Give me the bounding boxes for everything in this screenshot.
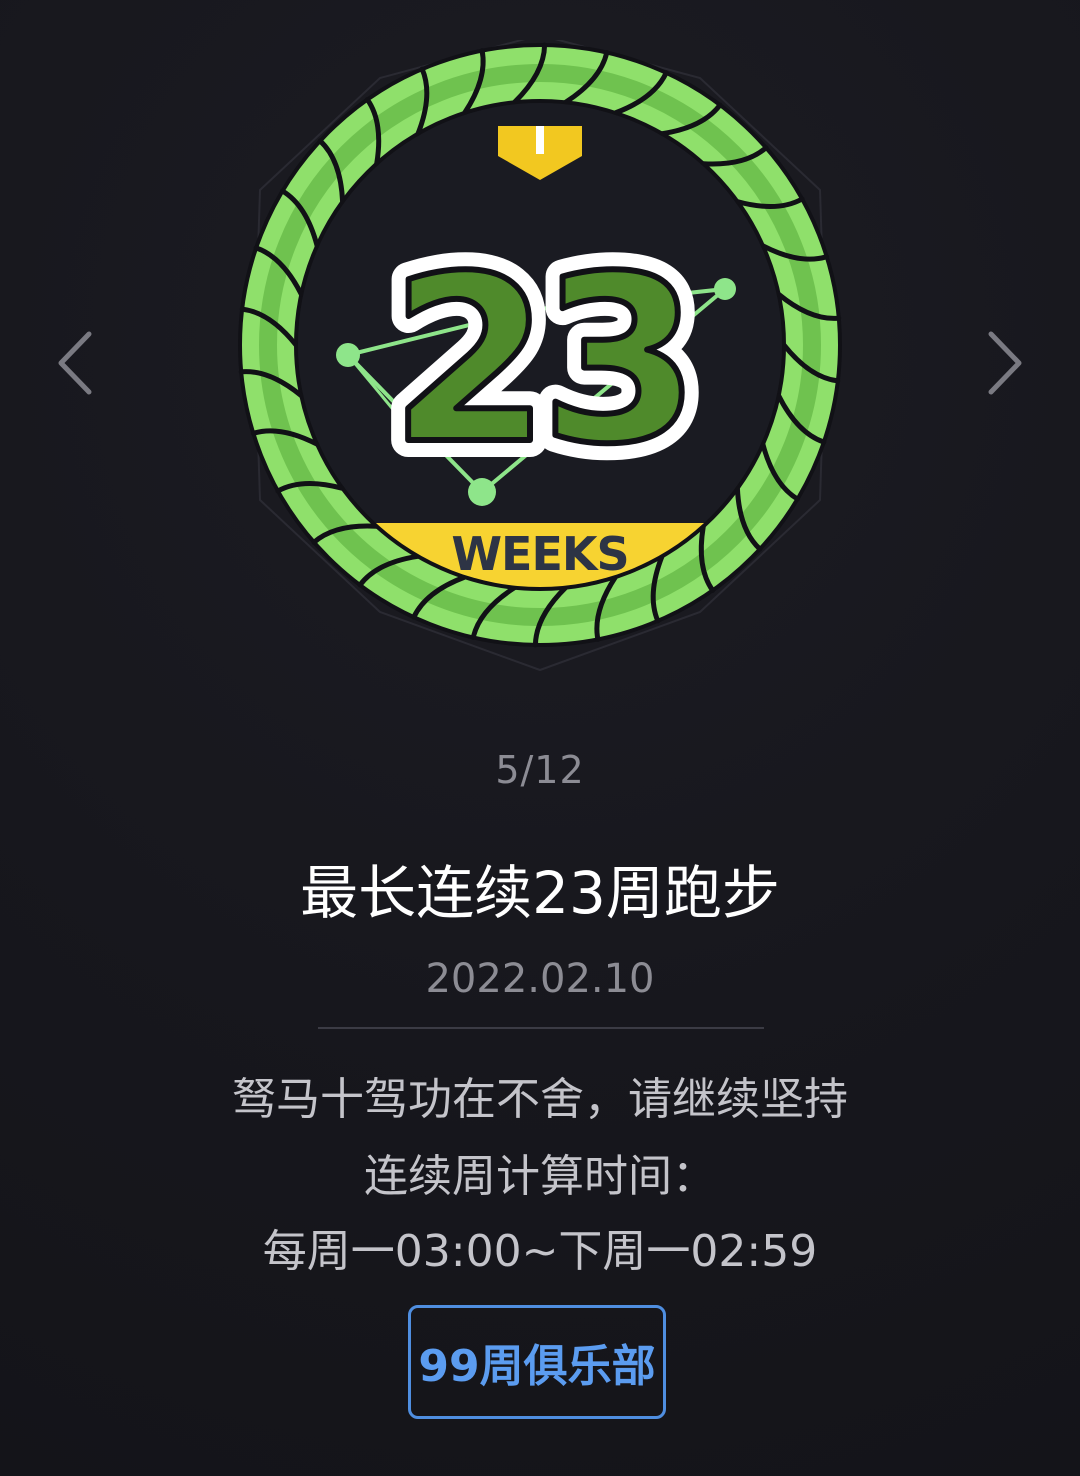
divider	[318, 1027, 764, 1029]
weeks-streak-badge: 23 23 WEEKS	[238, 40, 842, 672]
badge-number: 23	[390, 228, 690, 495]
previous-badge-button[interactable]	[45, 318, 105, 408]
calculation-time-label: 连续周计算时间：	[364, 1151, 716, 1202]
calculation-time-range: 每周一03:00~下周一02:59	[262, 1226, 818, 1277]
achievement-date: 2022.02.10	[425, 956, 655, 1002]
achievement-title: 最长连续23周跑步	[300, 859, 780, 927]
badge-page-counter: 5/12	[495, 748, 585, 792]
achievement-detail-screen: 23 23 WEEKS 5/12 最长连续23周跑步 2022.02.10 驽马…	[0, 0, 1080, 1476]
weeks-label: WEEKS	[451, 527, 628, 581]
achievement-motto: 驽马十驾功在不舍，请继续坚持	[232, 1074, 848, 1125]
next-badge-button[interactable]	[975, 318, 1035, 408]
chevron-right-icon	[988, 331, 1022, 395]
chevron-left-icon	[58, 331, 92, 395]
club-99-weeks-button[interactable]: 99周俱乐部	[408, 1305, 666, 1419]
